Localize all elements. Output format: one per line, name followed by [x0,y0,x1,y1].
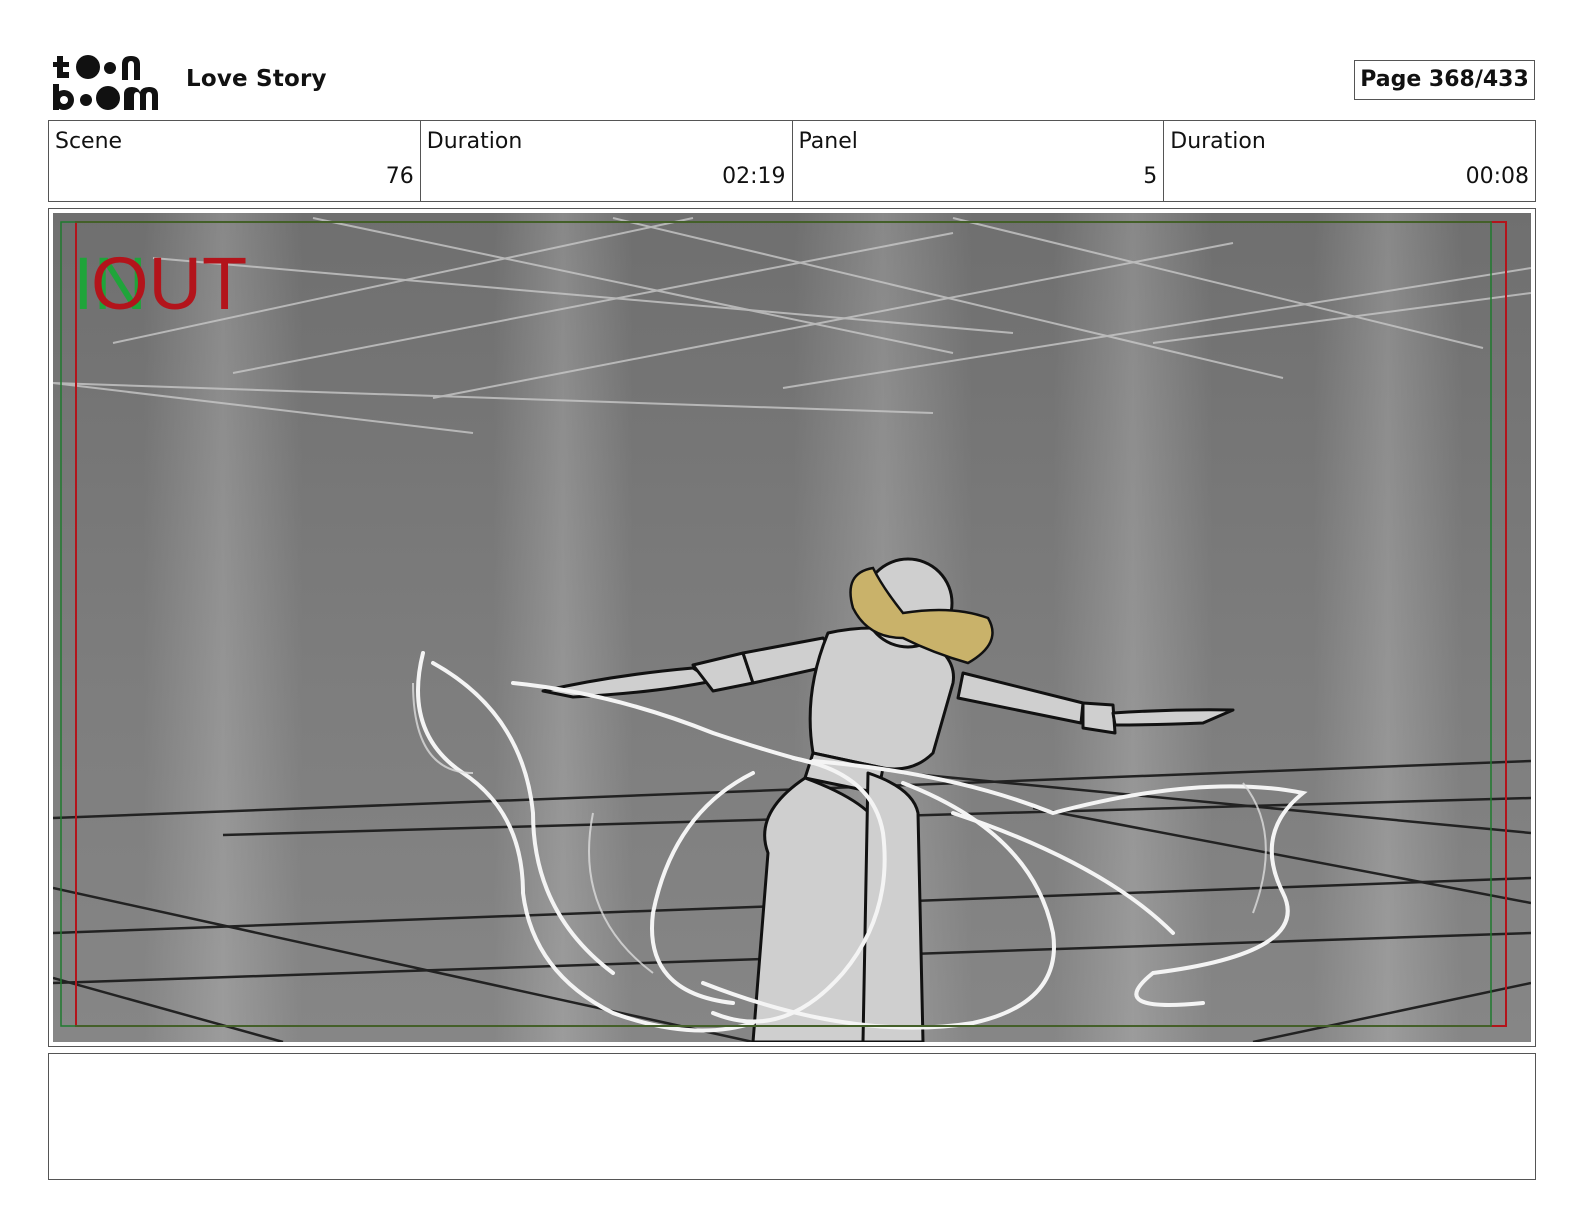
scene-value: 76 [385,164,414,189]
panel-frame: IN OUT [48,208,1536,1047]
toon-boom-logo [53,55,158,110]
scene-label: Scene [55,129,123,154]
panel-duration-label: Duration [1170,129,1266,154]
page-number: Page 368/433 [1354,60,1535,100]
scene-duration-cell: Duration 02:19 [421,121,793,201]
scene-duration-value: 02:19 [722,164,786,189]
panel-duration-cell: Duration 00:08 [1164,121,1535,201]
panel-duration-value: 00:08 [1465,164,1529,189]
panel-cell: Panel 5 [793,121,1165,201]
storyboard-drawing: IN OUT [53,213,1531,1042]
panel-info-row: Scene 76 Duration 02:19 Panel 5 Duration… [48,120,1536,202]
scene-duration-label: Duration [426,129,523,154]
out-marker: OUT [91,242,247,325]
panel-label: Panel [798,129,858,154]
panel-value: 5 [1143,164,1158,189]
project-title: Love Story [186,66,327,92]
scene-cell: Scene 76 [49,121,421,201]
notes-area[interactable] [48,1053,1536,1180]
